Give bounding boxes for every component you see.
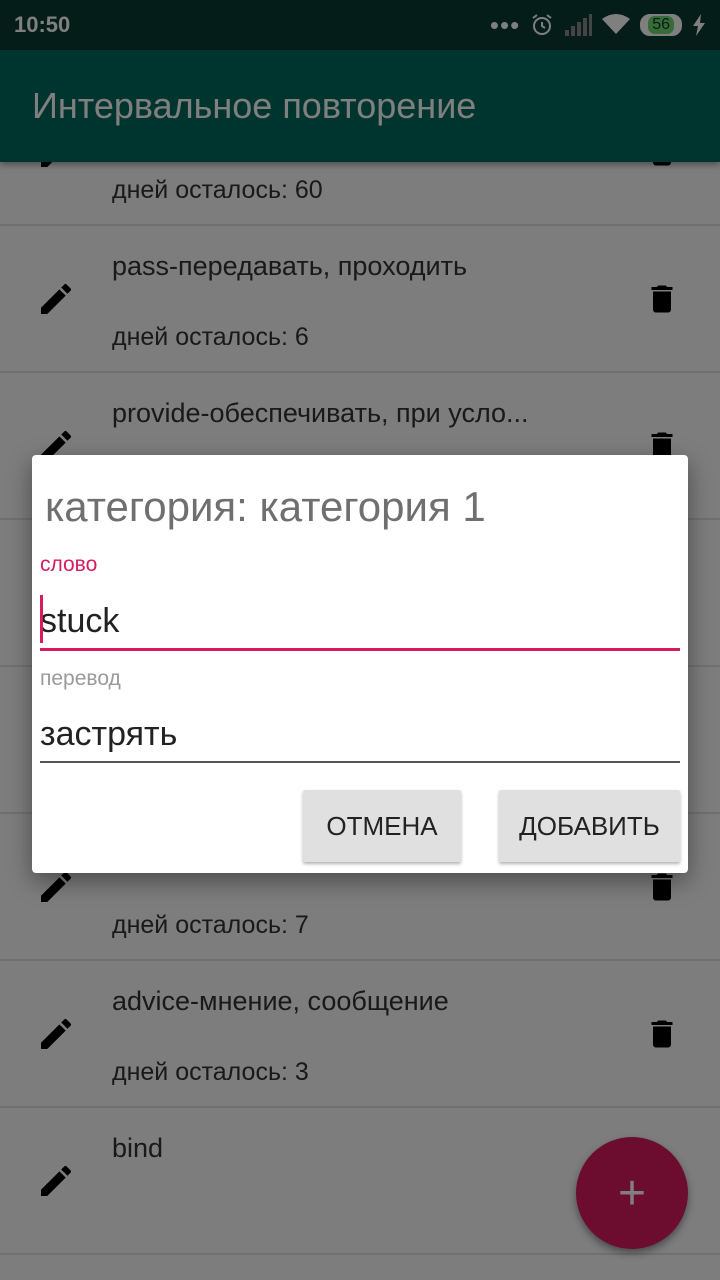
word-field-label: слово bbox=[40, 553, 98, 576]
word-input-value: stuck bbox=[40, 602, 120, 640]
text-cursor bbox=[40, 595, 43, 643]
translation-input-value: застрять bbox=[40, 715, 178, 753]
add-word-dialog: категория: категория 1 слово stuck перев… bbox=[32, 455, 688, 873]
translation-field-label: перевод bbox=[40, 667, 121, 690]
translation-input[interactable]: застрять bbox=[40, 709, 680, 763]
add-button[interactable]: ДОБАВИТЬ bbox=[499, 790, 680, 862]
dialog-title: категория: категория 1 bbox=[45, 483, 486, 530]
word-input[interactable]: stuck bbox=[40, 595, 680, 651]
cancel-button[interactable]: ОТМЕНА bbox=[303, 790, 461, 862]
